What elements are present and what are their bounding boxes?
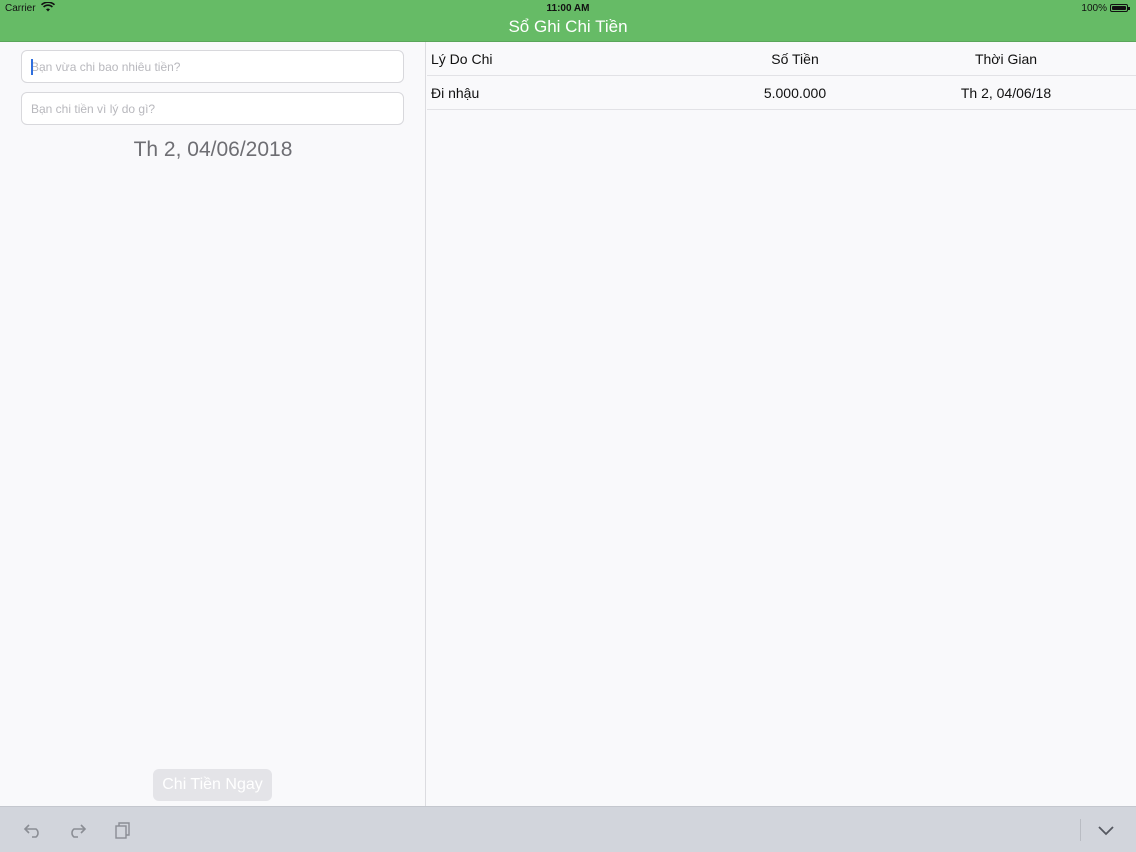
status-bar: Carrier 11:00 AM 100%	[0, 0, 1136, 16]
toolbar-divider	[1080, 819, 1081, 841]
page-title: Sổ Ghi Chi Tiền	[508, 17, 628, 36]
paste-icon[interactable]	[113, 821, 133, 839]
keyboard-toolbar	[0, 806, 1136, 852]
undo-icon[interactable]	[23, 821, 43, 839]
cell-time: Th 2, 04/06/18	[960, 85, 1052, 101]
status-time: 11:00 AM	[546, 3, 590, 14]
table-row[interactable]: Đi nhậu 5.000.000 Th 2, 04/06/18	[427, 76, 1136, 110]
reason-placeholder: Bạn chi tiền vì lý do gì?	[31, 102, 156, 116]
cell-reason: Đi nhậu	[431, 85, 480, 101]
date-label[interactable]: Th 2, 04/06/2018	[0, 138, 426, 162]
amount-placeholder: Bạn vừa chi bao nhiêu tiền?	[31, 60, 181, 74]
battery-percent: 100%	[1081, 3, 1107, 14]
amount-input[interactable]: Bạn vừa chi bao nhiêu tiền?	[21, 50, 404, 83]
column-header-amount: Số Tiền	[771, 51, 819, 67]
cell-amount: 5.000.000	[763, 85, 827, 101]
reason-input[interactable]: Bạn chi tiền vì lý do gì?	[21, 92, 404, 125]
chevron-down-icon[interactable]	[1096, 821, 1116, 839]
submit-button[interactable]: Chi Tiền Ngay	[153, 769, 272, 801]
expense-table: Lý Do Chi Số Tiền Thời Gian Đi nhậu 5.00…	[427, 42, 1136, 806]
redo-icon[interactable]	[67, 821, 87, 839]
column-header-reason: Lý Do Chi	[431, 51, 493, 67]
column-header-time: Thời Gian	[974, 51, 1038, 67]
entry-form: Bạn vừa chi bao nhiêu tiền? Bạn chi tiền…	[0, 42, 426, 806]
nav-bar: Sổ Ghi Chi Tiền	[0, 16, 1136, 42]
battery-icon	[1110, 4, 1130, 12]
table-header: Lý Do Chi Số Tiền Thời Gian	[427, 42, 1136, 76]
